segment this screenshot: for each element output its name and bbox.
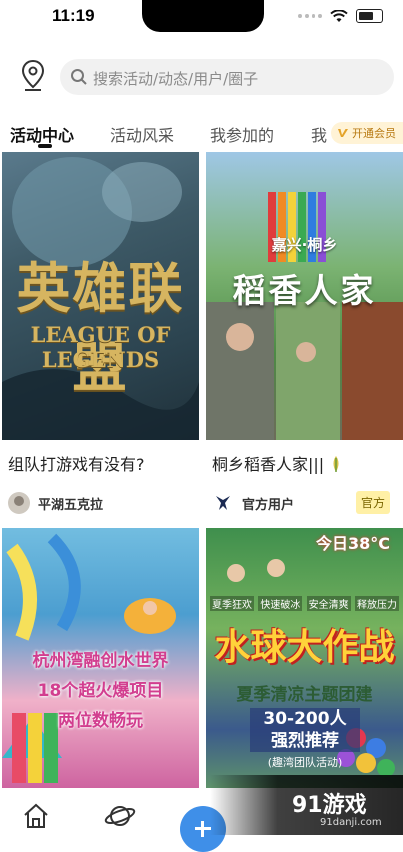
activity-card[interactable]: 杭州湾融创水世界 18个超火爆项目 两位数畅玩 xyxy=(2,528,199,788)
card-overlay-subtitle: 夏季清凉主题团建 xyxy=(236,685,373,705)
active-tab-indicator xyxy=(38,144,52,148)
avatar xyxy=(8,492,30,514)
card-overlay-line: 两位数畅玩 xyxy=(58,711,143,731)
recommend-text: 强烈推荐 xyxy=(271,731,339,751)
status-icons xyxy=(298,9,383,23)
card-tags: 夏季狂欢 快速破冰 安全清爽 释放压力 xyxy=(210,596,399,611)
search-icon xyxy=(71,69,87,85)
card-overlay-title: 水球大作战 xyxy=(214,627,395,668)
card-title: 桐乡稻香人家||| xyxy=(212,451,343,475)
tab-label: 我 xyxy=(311,126,328,145)
activity-card[interactable]: 英雄联盟 LEAGUE OF LEGENDS 组队打游戏有没有? 平湖五克拉 xyxy=(2,152,199,522)
vip-button[interactable]: 开通会员 xyxy=(331,122,403,144)
search-input[interactable]: 搜索活动/动态/用户/圈子 xyxy=(60,59,394,95)
card-image: 英雄联盟 LEAGUE OF LEGENDS xyxy=(2,152,199,440)
card-overlay-location: 嘉兴·桐乡 xyxy=(271,236,338,254)
vip-label: 开通会员 xyxy=(352,127,396,140)
count-text: 30-200人 xyxy=(263,709,347,729)
tab-label: 活动风采 xyxy=(110,126,175,145)
card-overlay-desc: (趣湾团队活动) xyxy=(267,756,343,769)
tab-mine[interactable]: 我 xyxy=(311,122,327,146)
signal-icon xyxy=(298,14,322,18)
card-title: 组队打游戏有没有? xyxy=(8,455,145,474)
card-overlay-subtitle: LEAGUE OF LEGENDS xyxy=(30,322,171,372)
temperature-badge: 今日38°C xyxy=(316,534,391,553)
tab-joined[interactable]: 我参加的 xyxy=(210,122,274,146)
official-badge: 官方 xyxy=(355,491,390,514)
card-author: 官方用户 官方 xyxy=(212,491,402,515)
card-author: 平湖五克拉 xyxy=(8,491,198,515)
tag: 夏季狂欢 xyxy=(210,596,254,611)
notch xyxy=(142,0,264,32)
card-overlay-title: 稻香人家 xyxy=(232,271,377,310)
rice-emoji-icon xyxy=(333,456,339,472)
search-row: 搜索活动/动态/用户/圈子 xyxy=(0,55,403,99)
card-overlay-count: 30-200人 强烈推荐 xyxy=(250,708,360,752)
tag: 释放压力 xyxy=(354,596,399,611)
search-placeholder: 搜索活动/动态/用户/圈子 xyxy=(93,70,259,88)
vip-icon xyxy=(338,129,348,137)
tab-activity-showcase[interactable]: 活动风采 xyxy=(110,122,174,146)
tag: 安全清爽 xyxy=(306,596,351,611)
card-image: 今日38°C 夏季狂欢 快速破冰 安全清爽 释放压力 水球大作战 夏季清凉主题团… xyxy=(206,528,403,788)
activity-card[interactable]: 今日38°C 夏季狂欢 快速破冰 安全清爽 释放压力 水球大作战 夏季清凉主题团… xyxy=(206,528,403,788)
card-overlay-line: 杭州湾融创水世界 xyxy=(32,651,169,671)
location-icon[interactable] xyxy=(20,59,46,93)
author-name: 平湖五克拉 xyxy=(38,497,104,513)
card-title-text: 桐乡稻香人家||| xyxy=(212,455,325,474)
tag: 快速破冰 xyxy=(258,596,303,611)
card-overlay-line: 18个超火爆项目 xyxy=(37,681,164,701)
planet-icon[interactable] xyxy=(104,801,136,831)
home-icon[interactable] xyxy=(22,802,50,830)
activity-card[interactable]: 嘉兴·桐乡 稻香人家 桐乡稻香人家||| 官方用户 官方 xyxy=(206,152,403,522)
tab-label: 我参加的 xyxy=(210,126,275,145)
status-bar: 11:19 xyxy=(0,0,403,36)
tab-activity-center[interactable]: 活动中心 xyxy=(10,122,75,148)
watermark-logo: 91游戏 91danji.com xyxy=(210,775,403,835)
tab-label: 活动中心 xyxy=(10,126,75,145)
official-user-icon xyxy=(216,496,230,510)
status-time: 11:19 xyxy=(52,6,95,25)
watermark-url: 91danji.com xyxy=(320,817,382,828)
card-image: 嘉兴·桐乡 稻香人家 xyxy=(206,152,403,440)
card-image: 杭州湾融创水世界 18个超火爆项目 两位数畅玩 xyxy=(2,528,199,788)
wifi-icon xyxy=(330,9,348,22)
watermark-brand: 91游戏 xyxy=(292,793,367,818)
battery-icon xyxy=(356,9,383,23)
author-name: 官方用户 xyxy=(242,497,295,513)
